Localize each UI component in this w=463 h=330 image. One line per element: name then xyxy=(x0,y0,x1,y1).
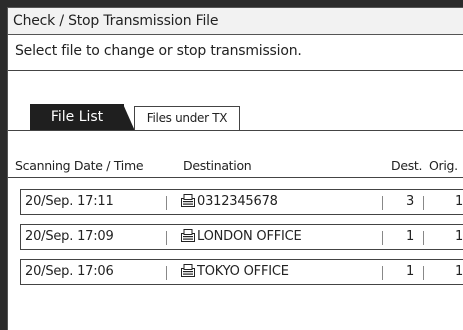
destination-name: LONDON OFFICE xyxy=(197,229,302,244)
fax-icon xyxy=(181,264,195,277)
column-separator xyxy=(382,231,383,245)
column-separator xyxy=(166,196,167,210)
instruction-text: Select file to change or stop transmissi… xyxy=(15,43,302,59)
destination-name: TOKYO OFFICE xyxy=(197,264,289,279)
row-date-time: 20/Sep. 17:11 xyxy=(25,194,114,209)
row-destination: 0312345678 xyxy=(181,194,278,209)
table-row[interactable]: 20/Sep. 17:11 0312345678 3 1 xyxy=(20,189,463,215)
column-separator xyxy=(166,266,167,280)
row-destination: TOKYO OFFICE xyxy=(181,264,289,279)
row-dest-count: 1 xyxy=(406,264,415,279)
column-separator xyxy=(382,196,383,210)
tab-files-under-tx[interactable]: Files under TX xyxy=(134,106,240,131)
check-stop-transmission-window: Check / Stop Transmission File Select fi… xyxy=(7,7,463,330)
column-header-orig: Orig. xyxy=(429,158,458,173)
row-orig-count: 1 xyxy=(455,194,463,209)
row-date-time: 20/Sep. 17:09 xyxy=(25,229,114,244)
divider xyxy=(8,70,463,71)
row-orig-count: 1 xyxy=(455,264,463,279)
table-row[interactable]: 20/Sep. 17:06 TOKYO OFFICE 1 1 xyxy=(20,259,463,285)
row-destination: LONDON OFFICE xyxy=(181,229,302,244)
tab-file-list[interactable]: File List xyxy=(30,104,124,131)
column-separator xyxy=(423,231,424,245)
title-bar: Check / Stop Transmission File xyxy=(8,8,463,35)
row-dest-count: 3 xyxy=(406,194,415,209)
column-header-dest: Dest. xyxy=(391,158,423,173)
column-separator xyxy=(382,266,383,280)
row-date-time: 20/Sep. 17:06 xyxy=(25,264,114,279)
column-header-date-time: Scanning Date / Time xyxy=(15,158,144,173)
column-separator xyxy=(423,196,424,210)
column-header-destination: Destination xyxy=(183,158,252,173)
window-title: Check / Stop Transmission File xyxy=(13,13,219,29)
fax-icon xyxy=(181,229,195,242)
destination-name: 0312345678 xyxy=(197,194,278,209)
header-divider xyxy=(8,177,463,178)
column-separator xyxy=(166,231,167,245)
row-dest-count: 1 xyxy=(406,229,415,244)
fax-icon xyxy=(181,194,195,207)
column-separator xyxy=(423,266,424,280)
table-row[interactable]: 20/Sep. 17:09 LONDON OFFICE 1 1 xyxy=(20,224,463,250)
row-orig-count: 1 xyxy=(455,229,463,244)
tab-divider xyxy=(8,130,463,131)
